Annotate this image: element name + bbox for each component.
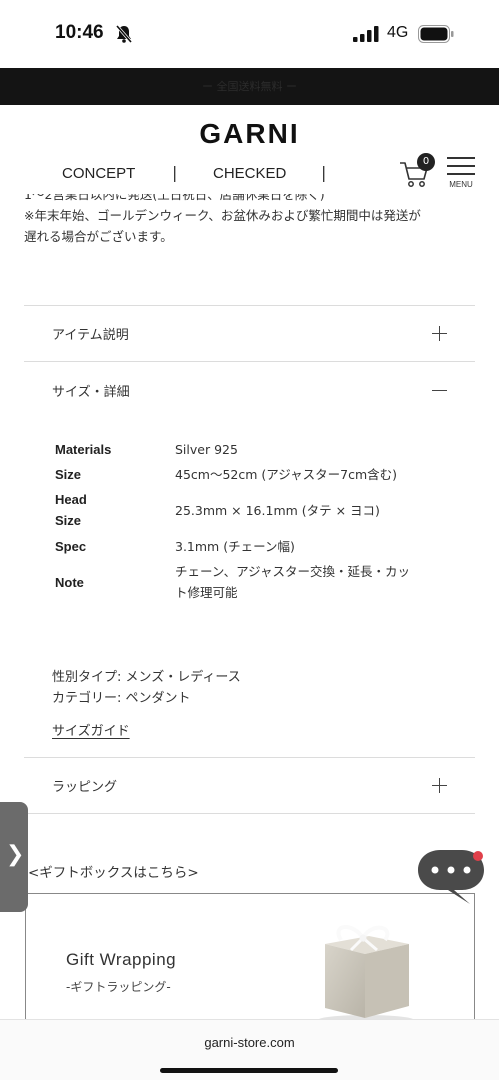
gift-title: Gift Wrapping: [66, 950, 177, 969]
gift-wrapping-banner[interactable]: Gift Wrapping -ギフトラッピング-: [25, 893, 475, 1019]
battery-icon: [418, 25, 454, 43]
announcement-bar[interactable]: ー 全国送料無料 ー: [0, 68, 499, 105]
divider: [24, 813, 475, 814]
notification-dot: [473, 851, 483, 861]
menu-button[interactable]: MENU: [445, 155, 477, 191]
menu-label: MENU: [449, 180, 473, 189]
spec-value: 25.3mm × 16.1mm (タテ × ヨコ): [175, 503, 380, 518]
accordion-item-wrapping[interactable]: ラッピング: [52, 776, 117, 795]
chevron-right-icon: ❯: [6, 842, 25, 867]
gift-box-image: [318, 925, 414, 1019]
nav-separator: |: [321, 163, 327, 182]
gender-type: 性別タイプ: メンズ・レディース: [52, 670, 241, 685]
spec-label: Materials: [55, 442, 112, 457]
spec-value: ト修理可能: [175, 585, 238, 600]
network-type: 4G: [387, 24, 409, 41]
logo[interactable]: GARNI: [0, 118, 499, 150]
category: カテゴリー: ペンダント: [52, 691, 191, 706]
signal-icon: [353, 26, 379, 42]
bell-off-icon: [115, 25, 133, 43]
url-text[interactable]: garni-store.com: [0, 1035, 499, 1050]
shipping-note: 1～2営業日以内に発送(土日祝日、店舗休業日を除く) ※年末年始、ゴールデンウィ…: [24, 194, 484, 247]
site-header: GARNI CONCEPT | CHECKED | 0 MENU: [0, 105, 499, 193]
nav-checked[interactable]: CHECKED: [213, 165, 286, 182]
divider: [24, 305, 475, 306]
spec-label: Spec: [55, 539, 87, 554]
plus-icon[interactable]: [432, 326, 447, 341]
spec-label: Size: [55, 467, 82, 482]
accordion-item-size-details[interactable]: サイズ・詳細: [52, 381, 130, 400]
announcement-text: ー 全国送料無料 ー: [202, 80, 297, 93]
spec-value: Silver 925: [175, 442, 238, 457]
shipping-note-partial: 1～2営業日以内に発送(土日祝日、店舗休業日を除く): [24, 194, 325, 202]
home-indicator[interactable]: [160, 1068, 338, 1073]
spec-label: Size: [55, 513, 82, 528]
side-drawer-tab[interactable]: ❯: [0, 802, 28, 912]
divider: [24, 757, 475, 758]
shipping-note-line: 遅れる場合がございます。: [24, 229, 173, 244]
accordion-item-description[interactable]: アイテム説明: [52, 324, 129, 343]
cart-count-badge: 0: [417, 153, 435, 171]
spec-value: 3.1mm (チェーン幅): [175, 539, 295, 554]
shipping-note-line: ※年末年始、ゴールデンウィーク、お盆休みおよび繁忙期間中は発送が: [24, 208, 421, 223]
spec-label: Head: [55, 492, 87, 507]
gift-subtitle: -ギフトラッピング-: [66, 980, 171, 994]
size-guide-link[interactable]: サイズガイド: [52, 720, 130, 739]
browser-url-bar[interactable]: garni-store.com: [0, 1019, 499, 1080]
nav-concept[interactable]: CONCEPT: [62, 165, 135, 182]
spec-value: チェーン、アジャスター交換・延長・カッ: [175, 564, 411, 579]
nav-separator: |: [172, 163, 178, 182]
menu-icon: [447, 157, 475, 159]
divider: [24, 361, 475, 362]
status-bar: 10:46 4G: [0, 0, 499, 68]
spec-value: 45cm〜52cm (アジャスター7cm含む): [175, 467, 398, 482]
plus-icon[interactable]: [432, 778, 447, 793]
minus-icon[interactable]: [432, 390, 447, 391]
chat-bubble-icon[interactable]: [414, 846, 488, 908]
gift-box-link[interactable]: <ギフトボックスはこちら>: [28, 861, 199, 881]
spec-label: Note: [55, 575, 84, 590]
status-time: 10:46: [55, 22, 104, 43]
